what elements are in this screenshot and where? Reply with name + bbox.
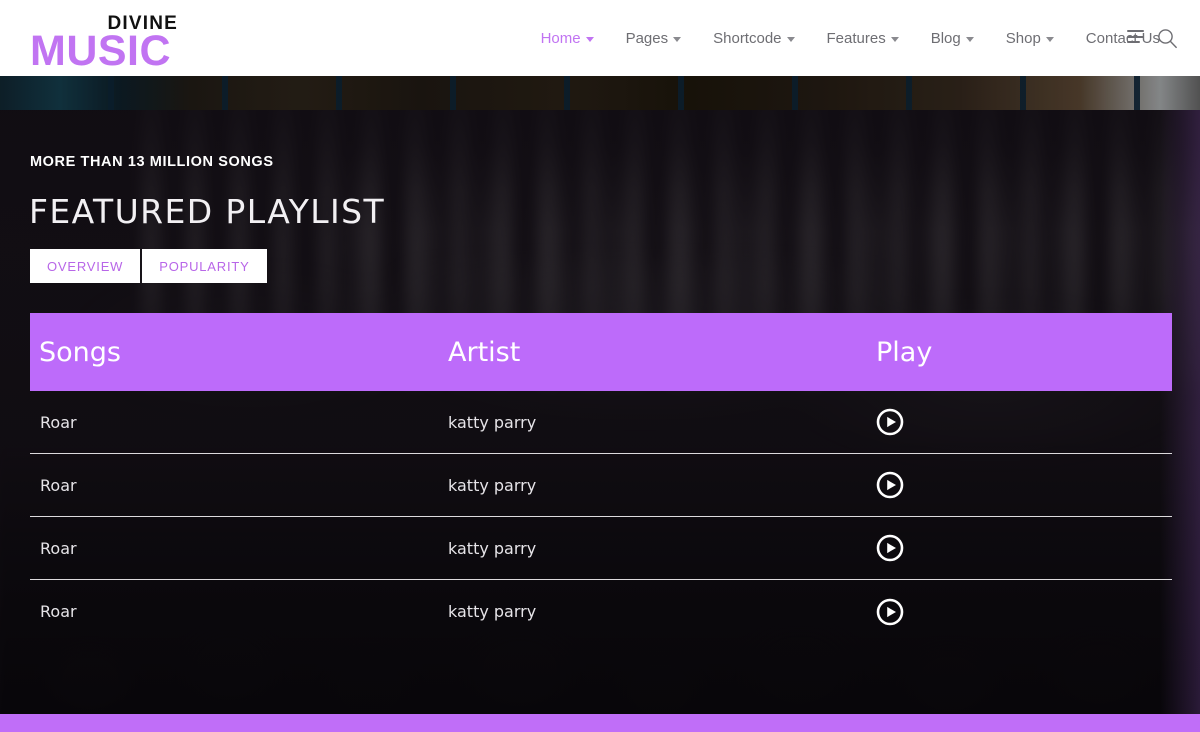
chevron-down-icon	[673, 37, 682, 42]
cell-song: Roar	[40, 412, 77, 432]
playlist-tabs: OVERVIEW POPULARITY	[30, 249, 267, 283]
table-row: Roar katty parry	[30, 454, 1172, 517]
column-header-play: Play	[876, 336, 933, 368]
chevron-down-icon	[786, 37, 795, 42]
play-circle-icon[interactable]	[876, 534, 904, 562]
table-row: Roar katty parry	[30, 580, 1172, 643]
nav-item-label: Home	[540, 30, 581, 47]
cell-song: Roar	[40, 538, 77, 558]
hero-top-strip-lines	[0, 76, 1200, 110]
main-navigation: Home Pages Shortcode Features Blog Shop	[525, 30, 1176, 47]
site-logo[interactable]: DIVINE MUSIC	[30, 14, 180, 73]
nav-item-label: Features	[826, 30, 886, 47]
page-root: DIVINE MUSIC Home Pages Shortcode Featur…	[0, 0, 1200, 732]
cell-play	[876, 408, 1163, 436]
hamburger-bar	[1127, 35, 1144, 38]
nav-item-features[interactable]: Features	[811, 30, 915, 47]
footer-accent-bar	[0, 714, 1200, 732]
chevron-down-icon	[890, 37, 899, 42]
table-row: Roar katty parry	[30, 517, 1172, 580]
cell-song: Roar	[40, 475, 77, 495]
chevron-down-icon	[585, 37, 594, 42]
hamburger-bar	[1127, 30, 1144, 32]
nav-item-label: Pages	[625, 30, 669, 47]
cell-play	[876, 471, 1163, 499]
nav-item-home[interactable]: Home	[525, 30, 610, 47]
hamburger-icon[interactable]	[1127, 30, 1144, 43]
nav-item-blog[interactable]: Blog	[915, 30, 990, 47]
nav-item-shop[interactable]: Shop	[990, 30, 1070, 47]
hero-top-strip	[0, 76, 1200, 110]
nav-item-shortcode[interactable]: Shortcode	[697, 30, 810, 47]
cell-play	[876, 534, 1163, 562]
page-title: FEATURED PLAYLIST	[29, 192, 386, 231]
hero-eyebrow: MORE THAN 13 MILLION SONGS	[30, 154, 274, 170]
chevron-down-icon	[965, 37, 974, 42]
chevron-down-icon	[1045, 37, 1054, 42]
column-header-songs: Songs	[39, 336, 121, 368]
search-icon[interactable]	[1156, 27, 1178, 49]
site-header: DIVINE MUSIC Home Pages Shortcode Featur…	[0, 0, 1200, 76]
cell-artist: katty parry	[448, 412, 537, 432]
tab-overview[interactable]: OVERVIEW	[30, 249, 141, 283]
nav-item-label: Shortcode	[713, 30, 782, 47]
play-circle-icon[interactable]	[876, 408, 904, 436]
nav-item-label: Contact Us	[1085, 30, 1160, 47]
table-row: Roar katty parry	[30, 391, 1172, 454]
table-header-row: Songs Artist Play	[30, 313, 1172, 391]
nav-item-label: Blog	[930, 30, 961, 47]
play-circle-icon[interactable]	[876, 598, 904, 626]
tab-popularity[interactable]: POPULARITY	[142, 249, 267, 283]
cell-artist: katty parry	[448, 602, 537, 621]
cell-artist: katty parry	[448, 475, 537, 495]
cell-play	[876, 598, 1163, 626]
play-circle-icon[interactable]	[876, 471, 904, 499]
column-header-artist: Artist	[448, 336, 521, 368]
cell-artist: katty parry	[448, 538, 537, 558]
hamburger-bar	[1127, 41, 1140, 43]
playlist-table: Songs Artist Play Roar katty parry Roar …	[30, 313, 1172, 643]
nav-item-label: Shop	[1005, 30, 1041, 47]
nav-item-pages[interactable]: Pages	[610, 30, 698, 47]
logo-line-music: MUSIC	[30, 27, 172, 75]
cell-song: Roar	[40, 602, 77, 621]
